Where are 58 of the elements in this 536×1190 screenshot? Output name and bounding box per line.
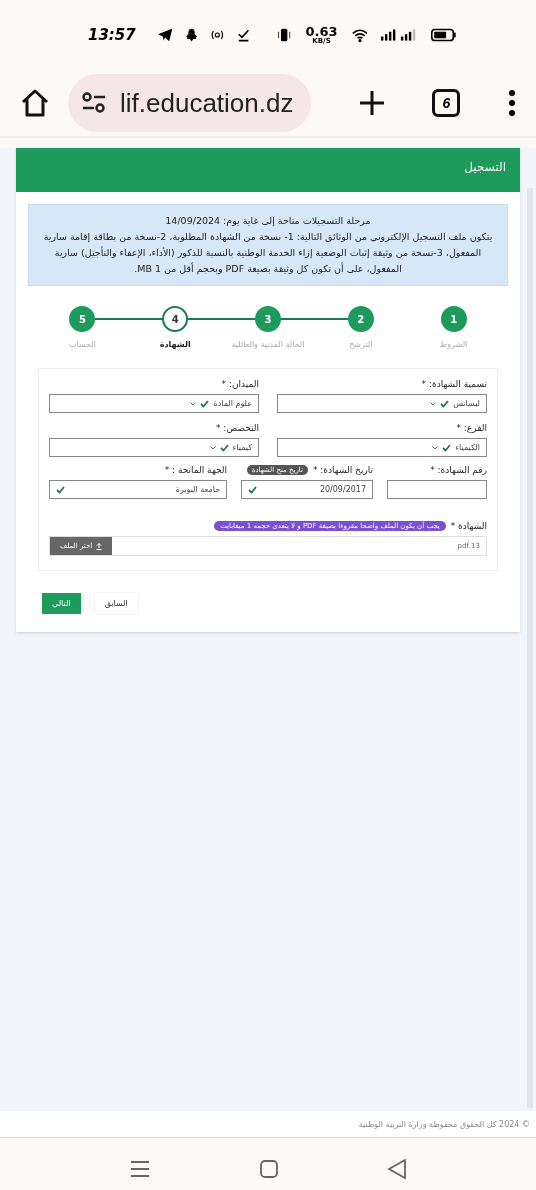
- field-label: الشهادة *: [450, 521, 487, 531]
- back-icon[interactable]: [388, 1159, 406, 1179]
- step-circle[interactable]: 5: [69, 306, 96, 332]
- field-label: تسمية الشهادة: *: [421, 379, 487, 389]
- home-icon[interactable]: [20, 89, 50, 117]
- field-label: الجهة المانحة : *: [164, 465, 228, 475]
- deadline-text: مرحلة التسجيلات متاحة إلى غاية يوم: 14/09/2024: [164, 214, 372, 228]
- previous-button[interactable]: السابق: [94, 593, 138, 614]
- site-settings-icon[interactable]: [82, 92, 106, 114]
- vibrate-icon: [277, 26, 292, 44]
- input-field[interactable]: [387, 480, 487, 499]
- chevron-icon: [432, 445, 439, 450]
- hotspot-icon: [211, 29, 224, 41]
- field-value: الكيمياء: [455, 443, 480, 452]
- step-label: الترشح: [349, 339, 373, 351]
- chevron-icon: [209, 445, 216, 450]
- home-button-icon[interactable]: [260, 1160, 278, 1178]
- paper-plane-icon: [157, 27, 173, 43]
- field-value: علوم المادة: [213, 399, 252, 408]
- checkmark-icon: [238, 27, 250, 43]
- select-field[interactable]: ليسانس: [277, 394, 487, 413]
- field-label: تاريخ الشهادة: *: [312, 465, 373, 475]
- chevron-icon: [190, 401, 197, 406]
- chevron-icon: [430, 401, 437, 406]
- step-circle[interactable]: 1: [440, 306, 467, 332]
- input-field[interactable]: 20/09/2017: [241, 480, 373, 499]
- upload-icon: [96, 542, 103, 550]
- step-circle[interactable]: 3: [255, 306, 281, 332]
- step-circle[interactable]: 2: [347, 306, 374, 332]
- field-value: كيمياء: [232, 443, 252, 452]
- step-label: الحالة المدنية والعائلية: [231, 339, 305, 351]
- menu-icon[interactable]: [508, 90, 516, 116]
- field-value: جامعة البويرة: [175, 485, 221, 494]
- next-button[interactable]: التالي: [42, 593, 81, 614]
- copyright-text: © 2024 كل الحقوق محفوظة وزارة التربية الوطنية: [358, 1119, 530, 1129]
- notice-text: يتكون ملف التسجيل الإلكتروني من الوثائق التالية: 1- نسخة من الشهادة المطلوبة، 2-نسخة من بطاقة إقامة سارية المفعول، 3-نسخة من وثيقة إثبات الوضعية إزاء الخدمة الوطنية بالنسبة للذكور (الأداء، الإعفاء والتأجيل) سارية المفعول، على أن تكون كل وثيقة بصيغة PDF وبحجم أقل من MB 1.: [42, 230, 494, 276]
- card-title: التسجيل: [464, 160, 506, 174]
- select-field[interactable]: الكيمياء: [277, 438, 487, 457]
- tab-count[interactable]: 6: [432, 89, 461, 117]
- step-circle[interactable]: 4: [162, 306, 189, 332]
- field-label: التخصص: *: [216, 423, 259, 433]
- select-field[interactable]: علوم المادة: [49, 394, 259, 413]
- field-label: رقم الشهادة: *: [430, 465, 487, 475]
- select-field[interactable]: كيمياء: [49, 438, 259, 457]
- plus-icon[interactable]: [358, 90, 385, 116]
- battery-icon: [430, 27, 456, 43]
- step-label: الشروط: [439, 339, 468, 351]
- field-label: الميدان: *: [221, 379, 259, 389]
- step-label: الشهادة: [159, 339, 191, 351]
- signal-icon: [381, 28, 417, 42]
- input-field[interactable]: جامعة البويرة: [49, 480, 228, 499]
- field-value: ليسانس: [453, 399, 480, 408]
- clock: 13:57: [88, 26, 136, 44]
- field-value: 20/09/2017: [319, 485, 366, 494]
- step-label: الحساب: [68, 339, 96, 351]
- address-bar[interactable]: lif.education.dz: [68, 74, 311, 132]
- field-label: الفرع: *: [456, 423, 487, 433]
- wifi-icon: [351, 27, 368, 43]
